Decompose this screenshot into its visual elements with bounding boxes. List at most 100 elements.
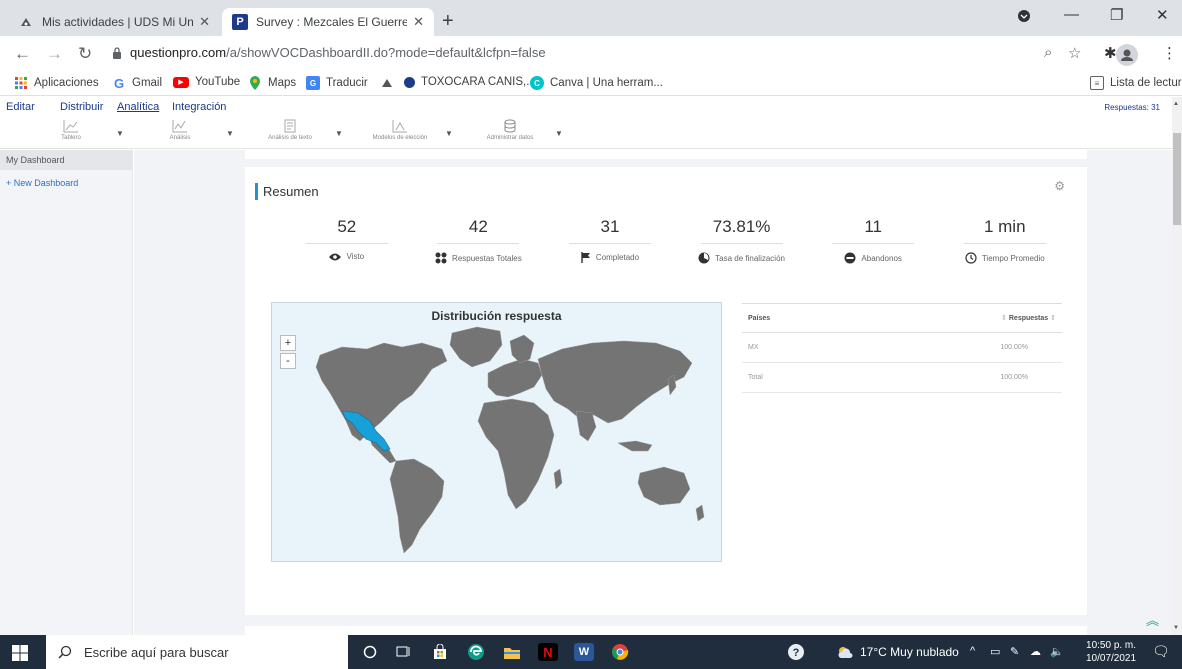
- profile-avatar[interactable]: [1116, 44, 1138, 66]
- browser-toolbar: ← → ↻ questionpro.com/a/showVOCDashboard…: [0, 36, 1182, 72]
- bookmark-translate[interactable]: G Traducir: [306, 76, 368, 90]
- restore-icon[interactable]: ❐: [1110, 6, 1123, 24]
- subnav-administrar-datos[interactable]: Administrar datos: [480, 119, 540, 141]
- tray-volume-icon[interactable]: 🔈: [1050, 645, 1064, 658]
- back-arrow-icon[interactable]: ←: [14, 44, 31, 64]
- browser-tab-strip: Mis actividades | UDS Mi Univers ✕ P Sur…: [0, 0, 1182, 36]
- zoom-magnifier-icon[interactable]: ⌕: [1044, 44, 1052, 61]
- store-icon[interactable]: [430, 643, 450, 661]
- subnav-tablero[interactable]: Tablero: [41, 119, 101, 141]
- edge-icon[interactable]: [466, 643, 486, 661]
- col-respuestas[interactable]: ⇕ Respuestas ⇕: [1001, 314, 1056, 322]
- tray-chevron-up-icon[interactable]: ^: [970, 645, 975, 657]
- bookmark-uds[interactable]: [380, 76, 400, 90]
- stat-value: 11: [864, 217, 882, 236]
- page-scrollbar[interactable]: ▲ ▼: [1172, 97, 1182, 635]
- map-north-america: [315, 342, 448, 442]
- table-row: MX 100.00%: [742, 333, 1062, 363]
- task-view-icon[interactable]: [394, 643, 414, 661]
- tab-close-icon[interactable]: ✕: [199, 14, 210, 30]
- weather-text: 17°C Muy nublado: [860, 645, 959, 659]
- bookmark-maps[interactable]: Maps: [248, 76, 296, 90]
- scroll-to-top-icon[interactable]: ︽: [1146, 610, 1159, 629]
- chevron-down-icon[interactable]: ▼: [555, 129, 563, 138]
- search-icon: [58, 645, 72, 659]
- bookmark-apps[interactable]: Aplicaciones: [14, 76, 99, 90]
- map-greenland: [449, 326, 503, 368]
- gear-icon[interactable]: ⚙: [1054, 179, 1065, 193]
- subnav-analisis-texto[interactable]: Análisis de texto: [260, 119, 320, 141]
- tray-cloud-icon[interactable]: ☁: [1030, 645, 1041, 658]
- address-bar[interactable]: questionpro.com/a/showVOCDashboardII.do?…: [112, 45, 546, 60]
- help-question-icon[interactable]: ?: [786, 643, 806, 661]
- subnav-modelos[interactable]: Modelos de elección: [370, 119, 430, 141]
- extensions-puzzle-icon[interactable]: ✱: [1104, 44, 1117, 62]
- minimize-icon[interactable]: —: [1064, 6, 1079, 23]
- cortana-circle-icon[interactable]: [360, 643, 380, 661]
- browser-menu-icon[interactable]: ⋮: [1162, 44, 1177, 62]
- uds-icon: [380, 76, 394, 90]
- dashboard-sidebar: My Dashboard + New Dashboard: [0, 150, 133, 635]
- maps-pin-icon: [248, 76, 262, 90]
- stat-completado: 31 Completado: [544, 217, 676, 277]
- subnav-analisis[interactable]: Análisis: [150, 119, 210, 141]
- reload-icon[interactable]: ↻: [78, 44, 92, 64]
- bookmark-canva[interactable]: C Canva | Una herram...: [530, 76, 663, 90]
- previous-card: [245, 150, 1087, 159]
- chevron-down-icon[interactable]: ▼: [445, 129, 453, 138]
- chevron-down-icon[interactable]: ▼: [226, 129, 234, 138]
- nav-distribuir[interactable]: Distribuir: [60, 101, 103, 113]
- scroll-up-arrow-icon[interactable]: ▲: [1173, 101, 1179, 107]
- browser-tab-uds[interactable]: Mis actividades | UDS Mi Univers ✕: [8, 8, 220, 36]
- profile-dropdown-icon[interactable]: [1018, 9, 1030, 26]
- windows-start-icon[interactable]: [12, 645, 28, 666]
- taskbar-search[interactable]: Escribe aquí para buscar: [46, 635, 348, 669]
- next-card: [245, 626, 1087, 635]
- bookmark-youtube[interactable]: ▶ YouTube: [173, 76, 240, 88]
- stat-value: 1 min: [983, 217, 1026, 236]
- stat-value: 52: [337, 217, 357, 236]
- sidebar-item-my-dashboard[interactable]: My Dashboard: [0, 150, 132, 170]
- scroll-down-arrow-icon[interactable]: ▼: [1173, 625, 1179, 631]
- tray-pen-icon[interactable]: ✎: [1010, 645, 1019, 658]
- scrollbar-thumb[interactable]: [1173, 133, 1181, 225]
- map-europe: [487, 358, 543, 398]
- new-tab-plus-icon[interactable]: +: [442, 10, 454, 33]
- file-explorer-icon[interactable]: [502, 643, 522, 661]
- windows-taskbar: Escribe aquí para buscar N W ? 17°C Muy …: [0, 635, 1182, 669]
- stat-value: 42: [468, 217, 488, 236]
- reading-list[interactable]: ≡ Lista de lectura: [1090, 76, 1182, 90]
- stat-label: Completado: [595, 253, 640, 262]
- tab-title: Mis actividades | UDS Mi Univers: [42, 15, 194, 29]
- nav-editar[interactable]: Editar: [6, 101, 35, 113]
- bookmark-gmail[interactable]: G Gmail: [112, 76, 163, 91]
- chevron-down-icon[interactable]: ▼: [335, 129, 343, 138]
- lock-icon: [113, 46, 121, 59]
- tray-display-icon[interactable]: ▭: [990, 645, 1000, 658]
- analysis-chart-icon: [172, 120, 187, 133]
- bookmark-toxocara[interactable]: TOXOCARA CANIS,...: [404, 76, 536, 88]
- forward-arrow-icon[interactable]: →: [46, 44, 63, 64]
- bookmark-label: YouTube: [195, 76, 241, 88]
- browser-tab-survey[interactable]: P Survey : Mezcales El Guerrerense ✕: [222, 8, 434, 36]
- notifications-icon[interactable]: 🗨: [1152, 643, 1170, 660]
- close-window-icon[interactable]: ✕: [1156, 6, 1169, 24]
- nav-analitica[interactable]: Analítica: [117, 101, 159, 113]
- word-icon[interactable]: W: [574, 643, 594, 661]
- chevron-down-icon[interactable]: ▼: [116, 129, 124, 138]
- response-distribution-map[interactable]: Distribución respuesta + -: [271, 302, 722, 562]
- netflix-icon[interactable]: N: [538, 643, 558, 661]
- tab-close-icon[interactable]: ✕: [413, 14, 424, 30]
- url-host: questionpro.com: [130, 45, 227, 60]
- weather-widget[interactable]: 17°C Muy nublado: [836, 645, 959, 659]
- col-paises[interactable]: Países: [748, 315, 770, 322]
- bookmark-label: Gmail: [132, 77, 163, 89]
- new-dashboard-link[interactable]: + New Dashboard: [0, 170, 132, 196]
- row-country: Total: [748, 374, 763, 381]
- nav-integracion[interactable]: Integración: [172, 101, 226, 113]
- bookmark-label: TOXOCARA CANIS,...: [421, 76, 536, 88]
- bookmark-star-icon[interactable]: ☆: [1068, 44, 1081, 62]
- chrome-icon[interactable]: [610, 643, 630, 661]
- taskbar-clock[interactable]: 10:50 p. m. 10/07/2021: [1086, 639, 1136, 665]
- stat-label: Respuestas Totales: [452, 253, 522, 263]
